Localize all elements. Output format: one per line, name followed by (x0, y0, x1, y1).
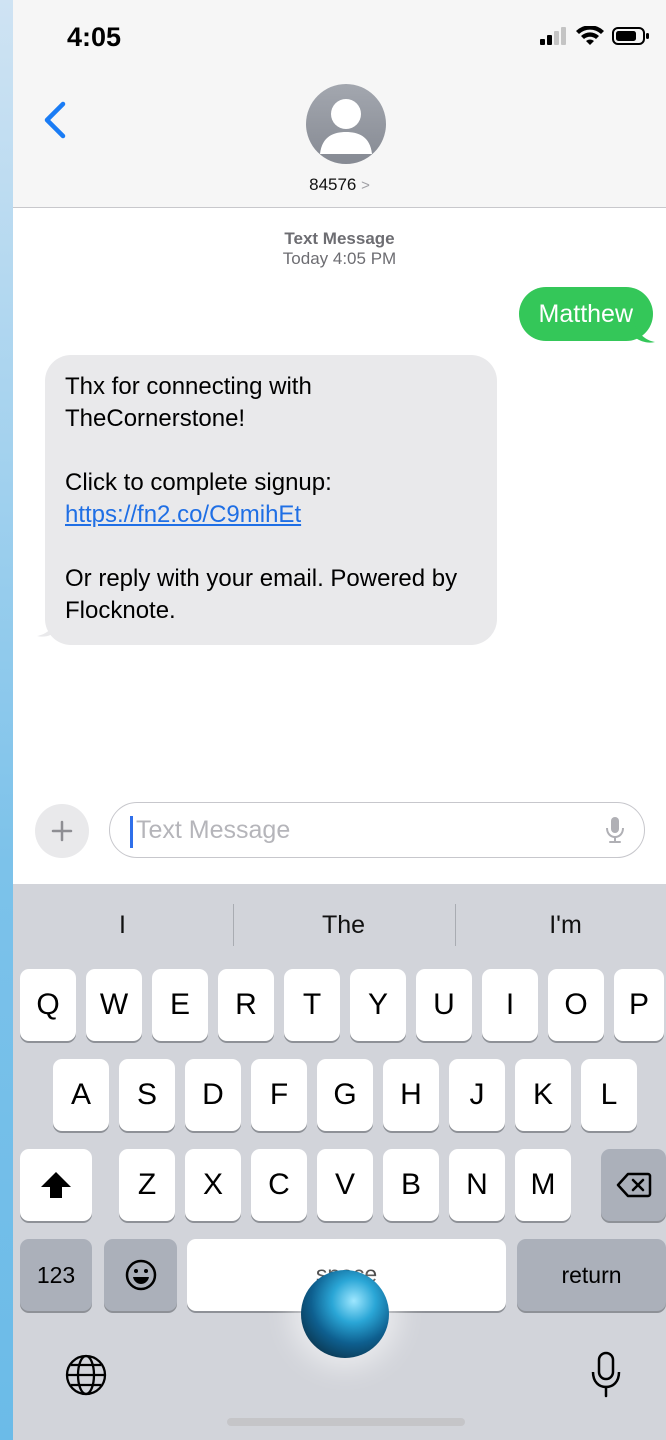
suggestion-2[interactable]: The (235, 884, 452, 966)
microphone-icon[interactable] (604, 815, 626, 845)
outgoing-bubble-tail (633, 318, 655, 343)
key-v[interactable]: V (317, 1149, 373, 1221)
contact-chevron-icon: > (361, 177, 370, 194)
message-line-1: Thx for connecting with TheCornerstone! (65, 373, 312, 432)
text-caret (130, 816, 133, 848)
key-n[interactable]: N (449, 1149, 505, 1221)
key-m[interactable]: M (515, 1149, 571, 1221)
message-input-placeholder: Text Message (136, 816, 291, 844)
incoming-message-bubble[interactable]: Thx for connecting with TheCornerstone! … (45, 355, 497, 645)
status-time: 4:05 (67, 22, 122, 52)
delete-icon (616, 1172, 651, 1198)
suggestion-divider (233, 904, 234, 946)
signup-link[interactable]: https://fn2.co/C9mihEt (65, 501, 301, 528)
key-x[interactable]: X (185, 1149, 241, 1221)
globe-icon[interactable] (63, 1352, 109, 1398)
suggestion-3[interactable]: I'm (457, 884, 666, 966)
message-date-label: Today 4:05 PM (282, 249, 397, 268)
incoming-bubble-tail (37, 612, 59, 637)
key-g[interactable]: G (317, 1059, 373, 1131)
conversation-header: 4:05 84576 > (13, 0, 666, 208)
key-y[interactable]: Y (350, 969, 406, 1041)
key-a[interactable]: A (53, 1059, 109, 1131)
dictation-icon[interactable] (589, 1350, 623, 1400)
key-l[interactable]: L (581, 1059, 637, 1131)
key-z[interactable]: Z (119, 1149, 175, 1221)
shift-key[interactable] (20, 1149, 92, 1221)
status-icons (540, 26, 650, 46)
key-u[interactable]: U (416, 969, 472, 1041)
messages-screen: 4:05 84576 > Text Message Today 4:05 PM … (13, 0, 666, 1440)
key-s[interactable]: S (119, 1059, 175, 1131)
contact-avatar[interactable] (306, 84, 386, 164)
contact-number: 84576 (309, 175, 357, 194)
contact-name-row[interactable]: 84576 > (13, 175, 666, 195)
back-button[interactable] (37, 98, 77, 142)
key-b[interactable]: B (383, 1149, 439, 1221)
key-w[interactable]: W (86, 969, 142, 1041)
message-input[interactable]: Text Message (109, 802, 645, 858)
message-line-2-text: Click to complete signup: (65, 469, 332, 496)
home-indicator[interactable] (227, 1418, 465, 1426)
key-p[interactable]: P (614, 969, 664, 1041)
message-type-label: Text Message (284, 229, 395, 248)
key-o[interactable]: O (548, 969, 604, 1041)
add-attachment-button[interactable] (35, 804, 89, 858)
key-e[interactable]: E (152, 969, 208, 1041)
message-line-3: Or reply with your email. Powered by Flo… (65, 565, 458, 624)
siri-icon[interactable] (301, 1270, 389, 1358)
back-chevron-icon (44, 101, 66, 139)
emoji-icon (125, 1259, 156, 1291)
key-h[interactable]: H (383, 1059, 439, 1131)
key-c[interactable]: C (251, 1149, 307, 1221)
key-q[interactable]: Q (20, 969, 76, 1041)
message-line-2: Click to complete signup: https://fn2.co… (65, 467, 477, 531)
battery-icon (612, 27, 649, 45)
signal-icon (540, 27, 566, 45)
key-d[interactable]: D (185, 1059, 241, 1131)
delete-key[interactable] (601, 1149, 666, 1221)
key-t[interactable]: T (284, 969, 340, 1041)
numbers-key[interactable]: 123 (20, 1239, 92, 1311)
background-strip (0, 0, 13, 1440)
shift-icon (41, 1172, 71, 1198)
key-j[interactable]: J (449, 1059, 505, 1131)
plus-icon (51, 820, 73, 842)
return-key[interactable]: return (517, 1239, 666, 1311)
key-k[interactable]: K (515, 1059, 571, 1131)
key-f[interactable]: F (251, 1059, 307, 1131)
emoji-key[interactable] (104, 1239, 177, 1311)
avatar-icon (320, 99, 372, 154)
message-timestamp: Text Message Today 4:05 PM (13, 229, 666, 269)
suggestion-1[interactable]: I (14, 884, 231, 966)
key-i[interactable]: I (482, 969, 538, 1041)
wifi-icon (576, 26, 604, 45)
suggestion-divider (455, 904, 456, 946)
key-r[interactable]: R (218, 969, 274, 1041)
